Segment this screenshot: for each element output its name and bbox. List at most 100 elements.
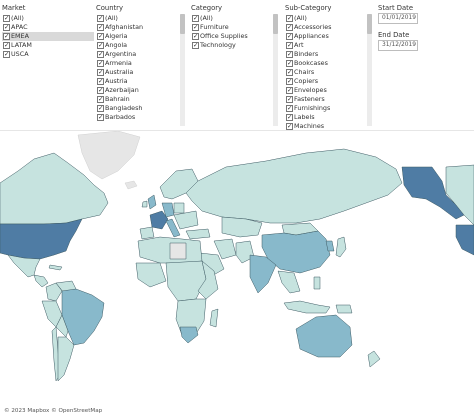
country-option-argentina[interactable]: Argentina	[96, 50, 180, 59]
country-option-bangladesh[interactable]: Bangladesh	[96, 104, 180, 113]
checkbox[interactable]	[192, 32, 199, 41]
subcategory-scrollbar[interactable]	[367, 14, 372, 126]
checkbox[interactable]	[286, 23, 293, 32]
country-west-africa[interactable]	[135, 262, 167, 288]
country-southeast-asia[interactable]	[277, 270, 301, 294]
country-option-all[interactable]: (All)	[96, 14, 180, 23]
subcategory-option-machines[interactable]: Machines	[285, 122, 365, 130]
checkbox[interactable]	[192, 23, 199, 32]
checkbox[interactable]	[286, 77, 293, 86]
country-argentina[interactable]	[57, 336, 75, 382]
subcategory-option-art[interactable]: Art	[285, 41, 365, 50]
country-poland[interactable]	[173, 202, 185, 214]
country-option-angola[interactable]: Angola	[96, 41, 180, 50]
country-option-algeria[interactable]: Algeria	[96, 32, 180, 41]
subcategory-option-fasteners[interactable]: Fasteners	[285, 95, 365, 104]
country-central-america[interactable]	[33, 274, 49, 288]
checkbox[interactable]	[97, 59, 104, 68]
market-option-all[interactable]: (All)	[2, 14, 94, 23]
category-scrollbar[interactable]	[273, 14, 278, 126]
country-madagascar[interactable]	[209, 308, 219, 328]
country-option-list[interactable]: (All) Afghanistan Algeria Angola Argenti…	[96, 14, 180, 126]
checkbox[interactable]	[286, 50, 293, 59]
country-cuba[interactable]	[48, 264, 63, 271]
world-map[interactable]: © 2023 Mapbox © OpenStreetMap	[0, 130, 474, 416]
country-libya-no-data[interactable]	[169, 242, 187, 260]
checkbox[interactable]	[286, 59, 293, 68]
country-option-armenia[interactable]: Armenia	[96, 59, 180, 68]
checkbox[interactable]	[286, 68, 293, 77]
checkbox[interactable]	[97, 50, 104, 59]
checkbox[interactable]	[97, 14, 104, 23]
category-scroll-thumb[interactable]	[273, 14, 278, 34]
country-usa[interactable]	[0, 218, 83, 260]
start-date-input[interactable]: 01/01/2019	[378, 13, 418, 24]
country-new-zealand[interactable]	[367, 350, 381, 368]
category-option-technology[interactable]: Technology	[191, 41, 273, 50]
country-scrollbar[interactable]	[180, 14, 185, 126]
country-uk[interactable]	[147, 194, 157, 210]
country-iceland[interactable]	[124, 180, 138, 190]
checkbox[interactable]	[286, 113, 293, 122]
checkbox[interactable]	[286, 104, 293, 113]
country-brazil[interactable]	[61, 288, 105, 346]
checkbox[interactable]	[97, 23, 104, 32]
category-option-all[interactable]: (All)	[191, 14, 273, 23]
checkbox[interactable]	[286, 95, 293, 104]
subcategory-option-furnishings[interactable]: Furnishings	[285, 104, 365, 113]
market-option-apac[interactable]: APAC	[2, 23, 94, 32]
country-australia[interactable]	[295, 314, 353, 358]
subcategory-option-all[interactable]: (All)	[285, 14, 365, 23]
country-philippines[interactable]	[313, 276, 321, 290]
country-option-bahrain[interactable]: Bahrain	[96, 95, 180, 104]
checkbox[interactable]	[3, 32, 10, 41]
subcategory-option-envelopes[interactable]: Envelopes	[285, 86, 365, 95]
checkbox[interactable]	[286, 14, 293, 23]
subcategory-option-accessories[interactable]: Accessories	[285, 23, 365, 32]
country-png[interactable]	[335, 304, 353, 314]
checkbox[interactable]	[286, 32, 293, 41]
country-eastern-europe[interactable]	[173, 210, 199, 230]
subcategory-option-bookcases[interactable]: Bookcases	[285, 59, 365, 68]
checkbox[interactable]	[3, 41, 10, 50]
checkbox[interactable]	[97, 86, 104, 95]
market-option-usca[interactable]: USCA	[2, 50, 94, 59]
country-turkey[interactable]	[185, 228, 211, 240]
checkbox[interactable]	[97, 95, 104, 104]
country-indonesia[interactable]	[283, 300, 331, 314]
checkbox[interactable]	[97, 41, 104, 50]
country-usa-east[interactable]	[455, 224, 474, 256]
checkbox[interactable]	[97, 32, 104, 41]
market-option-latam[interactable]: LATAM	[2, 41, 94, 50]
country-south-africa[interactable]	[179, 326, 199, 344]
country-option-austria[interactable]: Austria	[96, 77, 180, 86]
subcategory-option-copiers[interactable]: Copiers	[285, 77, 365, 86]
country-ireland[interactable]	[141, 200, 148, 208]
end-date-input[interactable]: 31/12/2019	[378, 40, 418, 51]
subcategory-option-list[interactable]: (All) Accessories Appliances Art Binders…	[285, 14, 365, 130]
checkbox[interactable]	[97, 113, 104, 122]
country-japan[interactable]	[335, 236, 347, 258]
checkbox[interactable]	[97, 77, 104, 86]
checkbox[interactable]	[3, 50, 10, 59]
country-option-barbados[interactable]: Barbados	[96, 113, 180, 122]
subcategory-option-appliances[interactable]: Appliances	[285, 32, 365, 41]
country-russia[interactable]	[185, 148, 403, 224]
country-option-afghanistan[interactable]: Afghanistan	[96, 23, 180, 32]
checkbox[interactable]	[97, 104, 104, 113]
country-spain[interactable]	[139, 226, 155, 240]
checkbox[interactable]	[192, 41, 199, 50]
country-option-australia[interactable]: Australia	[96, 68, 180, 77]
subcategory-option-labels[interactable]: Labels	[285, 113, 365, 122]
checkbox[interactable]	[286, 86, 293, 95]
map-canvas[interactable]: © 2023 Mapbox © OpenStreetMap	[0, 131, 474, 416]
checkbox[interactable]	[97, 68, 104, 77]
checkbox[interactable]	[3, 14, 10, 23]
country-option-azerbaijan[interactable]: Azerbaijan	[96, 86, 180, 95]
checkbox[interactable]	[286, 41, 293, 50]
country-greenland[interactable]	[77, 131, 141, 180]
category-option-office-supplies[interactable]: Office Supplies	[191, 32, 273, 41]
checkbox[interactable]	[286, 122, 293, 130]
country-central-africa[interactable]	[165, 260, 207, 302]
checkbox[interactable]	[3, 23, 10, 32]
